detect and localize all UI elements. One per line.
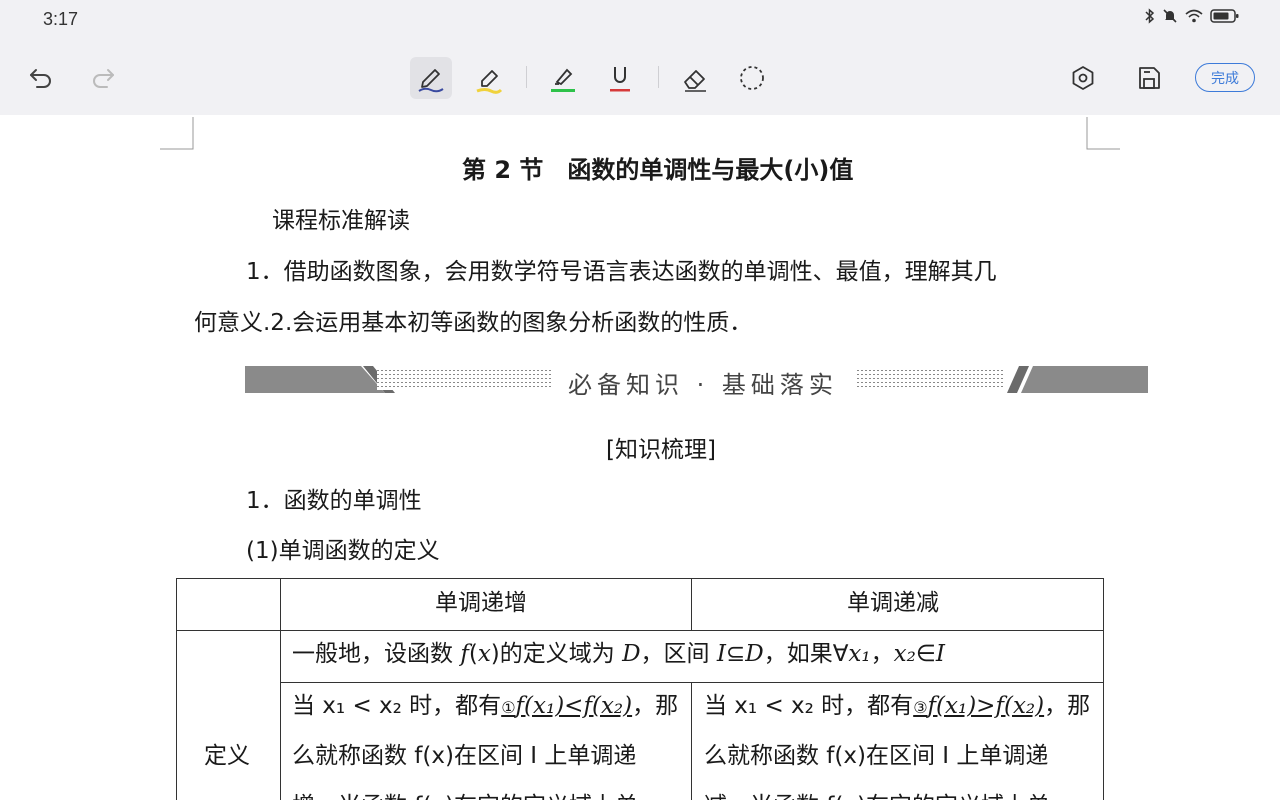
- text-highlight-tool-button[interactable]: [542, 57, 584, 99]
- settings-button[interactable]: [1062, 57, 1104, 99]
- math-I: I: [935, 641, 945, 667]
- eraser-tool-button[interactable]: [674, 57, 716, 99]
- header-increasing: 单调递增: [435, 590, 527, 616]
- mute-icon: [1163, 9, 1177, 23]
- common-text: ∈: [915, 641, 936, 667]
- math-f: f: [460, 641, 469, 667]
- common-text: ，: [870, 641, 894, 667]
- bluetooth-icon: [1145, 8, 1155, 24]
- common-text: ，区间: [640, 641, 717, 667]
- cell-text: 当 x₁ < x₂ 时，都有: [704, 693, 914, 719]
- redo-icon: [93, 69, 114, 88]
- highlighter-tool-button[interactable]: [468, 57, 510, 99]
- math-x: x: [477, 641, 491, 667]
- math-D: D: [745, 641, 764, 667]
- redo-button[interactable]: [82, 57, 124, 99]
- toolbar-area: 3:17 完成: [0, 0, 1280, 115]
- lasso-tool-button[interactable]: [731, 57, 773, 99]
- cell-text: 当 x₁ < x₂ 时，都有: [292, 693, 502, 719]
- answer-blank-3: ③f(x₁)>f(x₂): [913, 693, 1044, 719]
- common-condition: 一般地，设函数 f(x)的定义域为 D，区间 I⊆D，如果∀x₁，x₂∈I: [292, 634, 945, 668]
- sub-heading: [知识梳理]: [606, 437, 716, 463]
- answer-blank-1: ①f(x₁)<f(x₂): [501, 693, 632, 719]
- table-border: [691, 578, 692, 630]
- undo-icon: [30, 69, 51, 88]
- decreasing-line-2: 么就称函数 f(x)在区间 I 上单调递: [704, 743, 1049, 769]
- table-border: [176, 578, 1104, 579]
- common-text: ，如果∀: [763, 641, 849, 667]
- status-icons: [1144, 8, 1240, 24]
- cell-text: ，那: [632, 693, 679, 719]
- decreasing-line-1: 当 x₁ < x₂ 时，都有③f(x₁)>f(x₂)，那: [704, 686, 1090, 720]
- blank-marker: ③: [913, 698, 928, 717]
- toolbar-divider: [658, 66, 659, 88]
- table-border: [691, 682, 692, 800]
- eraser-icon: [684, 70, 706, 92]
- header-decreasing: 单调递减: [847, 590, 939, 616]
- highlighter-icon: [476, 70, 503, 94]
- undo-button[interactable]: [20, 57, 62, 99]
- status-time: 3:17: [43, 9, 79, 29]
- wifi-icon: [1185, 9, 1203, 23]
- underline-tool-button[interactable]: [599, 57, 641, 99]
- common-text: )的定义域为: [490, 641, 623, 667]
- math-I: I: [716, 641, 726, 667]
- pen-icon: [418, 69, 444, 93]
- table-border: [280, 578, 281, 800]
- text-highlight-icon: [551, 68, 575, 92]
- math-D: D: [622, 641, 641, 667]
- settings-icon: [1072, 66, 1094, 90]
- common-text: (: [468, 641, 478, 667]
- answer-expression: f(x₁)>f(x₂): [927, 693, 1045, 719]
- pen-tool-button[interactable]: [410, 57, 452, 99]
- row-label-definition: 定义: [204, 743, 250, 769]
- done-button[interactable]: 完成: [1195, 63, 1255, 92]
- paragraph-line: 1．借助函数图象，会用数学符号语言表达函数的单调性、最值，理解其几: [246, 259, 997, 285]
- common-text: 一般地，设函数: [292, 641, 461, 667]
- toolbar-divider: [526, 66, 527, 88]
- table-border: [1103, 578, 1104, 800]
- decreasing-line-3: 减，当函数 f(x)在它的定义域上单: [704, 786, 1050, 800]
- page-corner-mark: [1086, 117, 1120, 150]
- increasing-line-1: 当 x₁ < x₂ 时，都有①f(x₁)<f(x₂)，那: [292, 686, 678, 720]
- paragraph-line: 何意义.2.会运用基本初等函数的图象分析函数的性质．: [194, 310, 753, 336]
- cell-text: ，那: [1044, 693, 1091, 719]
- increasing-line-2: 么就称函数 f(x)在区间 I 上单调递: [292, 743, 637, 769]
- answer-expression: f(x₁)<f(x₂): [515, 693, 633, 719]
- page-corner-mark: [160, 117, 194, 150]
- blank-marker: ①: [501, 698, 516, 717]
- standard-heading: 课程标准解读: [272, 208, 410, 234]
- save-icon: [1139, 67, 1160, 89]
- table-border: [176, 578, 177, 800]
- table-border: [280, 682, 1104, 683]
- lasso-icon: [740, 66, 764, 90]
- page-title: 第 2 节 函数的单调性与最大(小)值: [462, 156, 854, 184]
- subsection-heading: (1)单调函数的定义: [246, 538, 440, 564]
- banner-title: 必备知识 · 基础落实: [562, 365, 844, 400]
- battery-icon: [1210, 9, 1239, 23]
- save-button[interactable]: [1128, 57, 1170, 99]
- common-text: ⊆: [725, 641, 746, 667]
- math-x2: x₂: [893, 641, 916, 667]
- math-x1: x₁: [848, 641, 871, 667]
- table-border: [176, 630, 1104, 631]
- increasing-line-3: 增，当函数 f(x)在它的定义域上单: [292, 786, 638, 800]
- section-heading: 1．函数的单调性: [246, 488, 422, 514]
- underline-icon: [610, 67, 630, 92]
